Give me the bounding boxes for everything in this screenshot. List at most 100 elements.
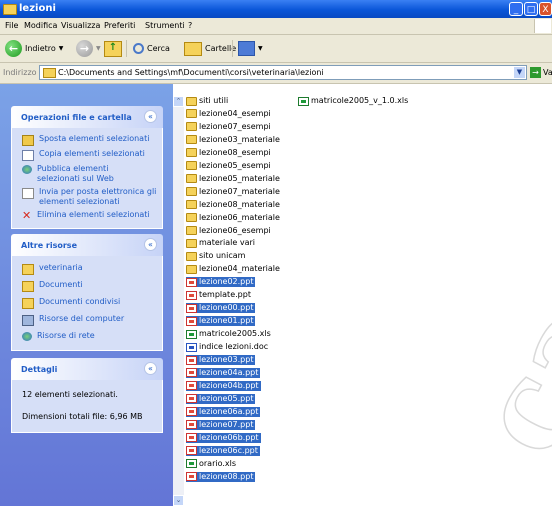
file-item[interactable]: lezione02.ppt xyxy=(186,277,256,288)
file-item[interactable]: lezione03.ppt xyxy=(186,355,256,365)
scroll-down-button[interactable]: ⌄ xyxy=(173,495,184,506)
file-item[interactable]: matricole2005_v_1.0.xls xyxy=(298,96,410,106)
details-header[interactable]: Dettagli « xyxy=(11,358,163,380)
shared-folder-icon xyxy=(22,298,34,309)
file-item[interactable]: lezione05_esempi xyxy=(186,161,273,171)
file-item[interactable]: lezione08.ppt xyxy=(186,471,256,482)
go-button[interactable]: → Vai xyxy=(530,67,552,78)
details-title: Dettagli xyxy=(21,365,58,374)
file-item[interactable]: sito unicam xyxy=(186,251,247,261)
file-item[interactable]: lezione06_materiale xyxy=(186,213,282,223)
maximize-button[interactable]: □ xyxy=(524,2,538,16)
chevron-down-icon[interactable]: ▼ xyxy=(514,67,525,78)
doc-file-icon xyxy=(186,342,197,352)
file-item[interactable]: lezione04b.ppt xyxy=(186,380,261,391)
title-bar[interactable]: lezioni _ □ X xyxy=(0,0,552,18)
file-name: lezione04_esempi xyxy=(199,108,271,118)
place-label: Risorse di rete xyxy=(37,331,95,340)
file-item[interactable]: lezione03_materiale xyxy=(186,135,282,145)
file-item[interactable]: lezione07.ppt xyxy=(186,419,256,430)
toolbar-separator xyxy=(126,40,127,57)
file-item[interactable]: orario.xls xyxy=(186,459,238,469)
file-item[interactable]: matricole2005.xls xyxy=(186,329,273,339)
file-name: lezione08_materiale xyxy=(199,199,280,209)
move-icon xyxy=(22,135,34,146)
file-item[interactable]: template.ppt xyxy=(186,290,253,300)
file-item[interactable]: lezione05_materiale xyxy=(186,174,282,184)
file-item[interactable]: lezione04_esempi xyxy=(186,109,273,119)
other-places-body: veterinaria Documenti Documenti condivis… xyxy=(11,256,163,351)
search-button[interactable]: Cerca xyxy=(133,39,170,58)
up-folder-button[interactable]: ↑ xyxy=(104,39,122,58)
file-item[interactable]: siti utili xyxy=(186,96,230,106)
other-places-header[interactable]: Altre risorse « xyxy=(11,234,163,256)
file-name: lezione01.ppt xyxy=(199,316,254,326)
file-tasks-header[interactable]: Operazioni file e cartella « xyxy=(11,106,163,128)
views-button[interactable]: ▼ xyxy=(238,39,263,58)
delete-task[interactable]: ✕ Elimina elementi selezionati xyxy=(12,209,162,222)
dropdown-arrow-icon[interactable]: ▼ xyxy=(96,45,101,52)
place-shared-documents[interactable]: Documenti condivisi xyxy=(12,296,162,313)
minimize-button[interactable]: _ xyxy=(509,2,523,16)
collapse-icon[interactable]: « xyxy=(144,362,157,375)
file-item[interactable]: lezione06_esempi xyxy=(186,226,273,236)
file-name: lezione05_esempi xyxy=(199,160,271,170)
collapse-icon[interactable]: « xyxy=(144,238,157,251)
menu-help[interactable]: ? xyxy=(188,21,192,30)
menu-strumenti[interactable]: Strumenti xyxy=(145,21,185,30)
file-tasks-title: Operazioni file e cartella xyxy=(21,113,132,122)
file-item[interactable]: lezione04a.ppt xyxy=(186,367,261,378)
menu-modifica[interactable]: Modifica xyxy=(24,21,57,30)
file-item[interactable]: lezione06a.ppt xyxy=(186,406,261,417)
file-item[interactable]: lezione08_esempi xyxy=(186,148,273,158)
scroll-up-button[interactable]: ⌃ xyxy=(173,96,184,107)
email-task[interactable]: Invia per posta elettronica gli elementi… xyxy=(12,186,162,209)
place-veterinaria[interactable]: veterinaria xyxy=(12,262,162,279)
menu-file[interactable]: File xyxy=(5,21,18,30)
file-item[interactable]: lezione06b.ppt xyxy=(186,432,261,443)
file-item[interactable]: lezione00.ppt xyxy=(186,303,256,314)
file-item[interactable]: lezione06c.ppt xyxy=(186,445,260,456)
publish-task[interactable]: Pubblica elementi selezionati sul Web xyxy=(12,163,162,186)
menu-preferiti[interactable]: Preferiti xyxy=(104,21,135,30)
other-places-title: Altre risorse xyxy=(21,241,77,250)
place-documenti[interactable]: Documenti xyxy=(12,279,162,296)
file-name: siti utili xyxy=(199,96,229,105)
place-label: Documenti condivisi xyxy=(39,297,121,306)
go-arrow-icon: → xyxy=(530,67,541,78)
copy-task[interactable]: Copia elementi selezionati xyxy=(12,148,162,163)
email-task-label: Invia per posta elettronica gli elementi… xyxy=(39,187,157,206)
place-my-computer[interactable]: Risorse del computer xyxy=(12,313,162,330)
menu-visualizza[interactable]: Visualizza xyxy=(61,21,100,30)
vertical-scrollbar[interactable]: ⌃ ⌄ xyxy=(173,96,184,506)
dropdown-arrow-icon: ▼ xyxy=(258,45,263,52)
file-name: orario.xls xyxy=(199,458,237,468)
move-task[interactable]: Sposta elementi selezionati xyxy=(12,133,162,148)
place-label: Risorse del computer xyxy=(39,314,125,323)
file-item[interactable]: indice lezioni.doc xyxy=(186,342,270,352)
collapse-icon[interactable]: « xyxy=(144,110,157,123)
close-button[interactable]: X xyxy=(539,2,552,16)
file-name: lezione03_materiale xyxy=(199,134,280,144)
file-name: sito unicam xyxy=(199,251,246,261)
file-name: lezione00.ppt xyxy=(199,303,254,313)
file-item[interactable]: lezione07_esempi xyxy=(186,122,273,132)
folder-file-icon xyxy=(186,264,197,274)
file-item[interactable]: materiale vari xyxy=(186,238,257,248)
address-input[interactable]: C:\Documents and Settings\mf\Documenti\c… xyxy=(39,65,527,80)
place-network[interactable]: Risorse di rete xyxy=(12,330,162,343)
address-path: C:\Documents and Settings\mf\Documenti\c… xyxy=(58,68,324,77)
forward-button[interactable]: → ▼ xyxy=(76,39,101,58)
folders-button[interactable]: Cartelle xyxy=(184,39,236,58)
file-item[interactable]: lezione08_materiale xyxy=(186,200,282,210)
up-folder-icon: ↑ xyxy=(104,40,122,57)
delete-x-icon: ✕ xyxy=(22,209,32,222)
file-item[interactable]: lezione04_materiale xyxy=(186,264,282,274)
file-item[interactable]: lezione01.ppt xyxy=(186,316,256,327)
file-item[interactable]: lezione07_materiale xyxy=(186,187,282,197)
back-button[interactable]: ← Indietro ▼ xyxy=(5,39,63,58)
dropdown-arrow-icon[interactable]: ▼ xyxy=(59,45,64,52)
file-item[interactable]: lezione05.ppt xyxy=(186,393,256,404)
folder-file-icon xyxy=(186,187,197,197)
folder-file-icon xyxy=(186,161,197,171)
